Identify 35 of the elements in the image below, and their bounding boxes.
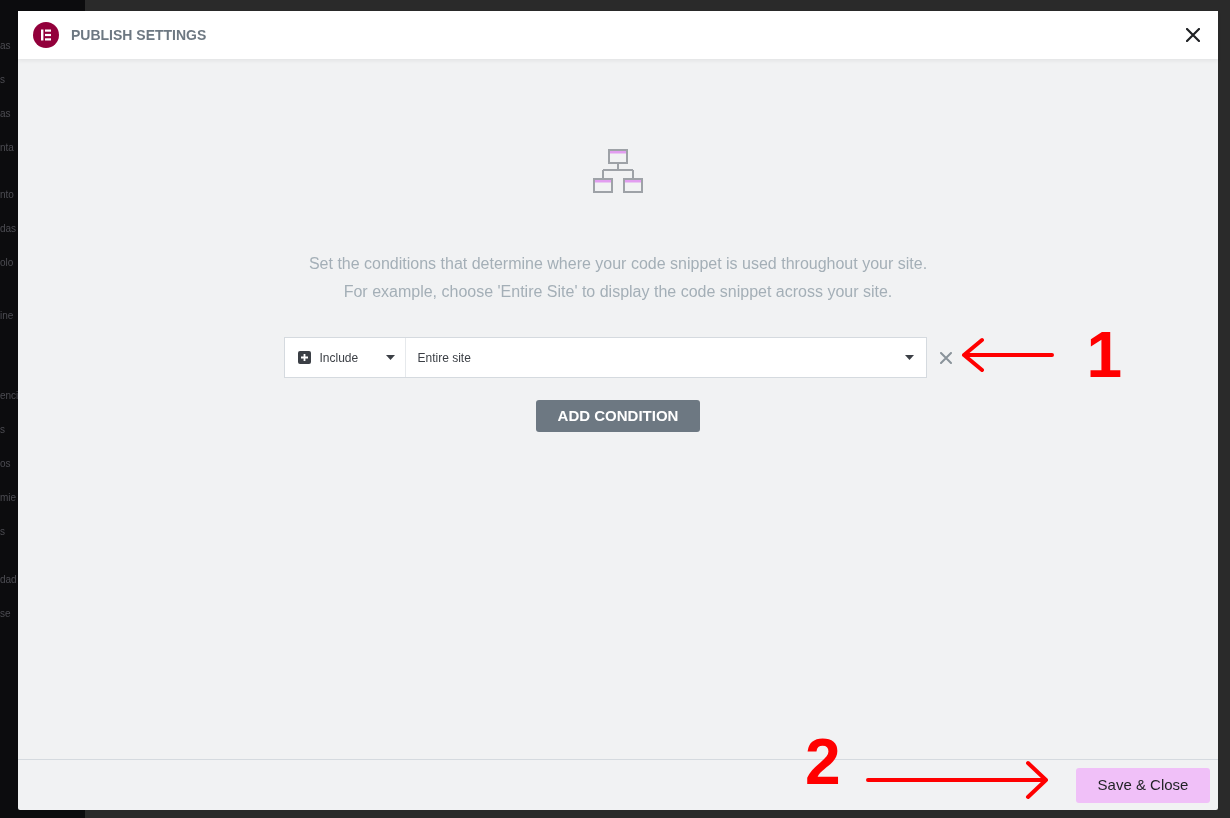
- sidebar-item[interactable]: nto: [0, 189, 14, 201]
- sitemap-icon: [593, 148, 643, 194]
- sidebar-item[interactable]: enci: [0, 390, 19, 402]
- sidebar-item[interactable]: as: [0, 40, 11, 52]
- add-condition-button[interactable]: ADD CONDITION: [536, 400, 700, 432]
- sidebar-item[interactable]: dad: [0, 574, 17, 586]
- sidebar-item[interactable]: s: [0, 526, 5, 538]
- sidebar-item[interactable]: se: [0, 608, 11, 620]
- logo-icon: [33, 22, 59, 48]
- sidebar-item[interactable]: olo: [0, 257, 14, 269]
- sidebar-item[interactable]: os: [0, 458, 11, 470]
- remove-condition-button[interactable]: [938, 350, 953, 365]
- save-close-button[interactable]: Save & Close: [1076, 767, 1210, 803]
- arrow-icon: [865, 760, 1050, 800]
- target-select[interactable]: Entire site: [405, 338, 926, 377]
- sidebar-item[interactable]: ine: [0, 310, 14, 322]
- dialog-title: PUBLISH SETTINGS: [71, 25, 207, 45]
- description-text: Set the conditions that determine where your code snippet is used throughout your site.: [308, 254, 928, 274]
- sidebar-item[interactable]: s: [0, 424, 5, 436]
- arrow-icon: [959, 337, 1054, 373]
- plus-icon: [297, 351, 311, 364]
- close-icon: [939, 351, 952, 364]
- description-text: For example, choose 'Entire Site' to display the code snippet across your site.: [343, 282, 893, 302]
- sidebar-item[interactable]: nta: [0, 142, 14, 154]
- sidebar-item[interactable]: as: [0, 108, 11, 120]
- close-icon: [1186, 28, 1200, 42]
- caret-icon: [904, 355, 914, 360]
- caret-icon: [385, 355, 395, 360]
- annotation-number: 2: [805, 736, 841, 788]
- sidebar-item[interactable]: s: [0, 74, 5, 86]
- close-button[interactable]: [1185, 27, 1201, 43]
- sidebar-item[interactable]: mie: [0, 492, 17, 504]
- annotation-number: 1: [1086, 329, 1123, 381]
- sidebar-item[interactable]: das: [0, 223, 17, 235]
- include-select[interactable]: Include: [284, 338, 406, 377]
